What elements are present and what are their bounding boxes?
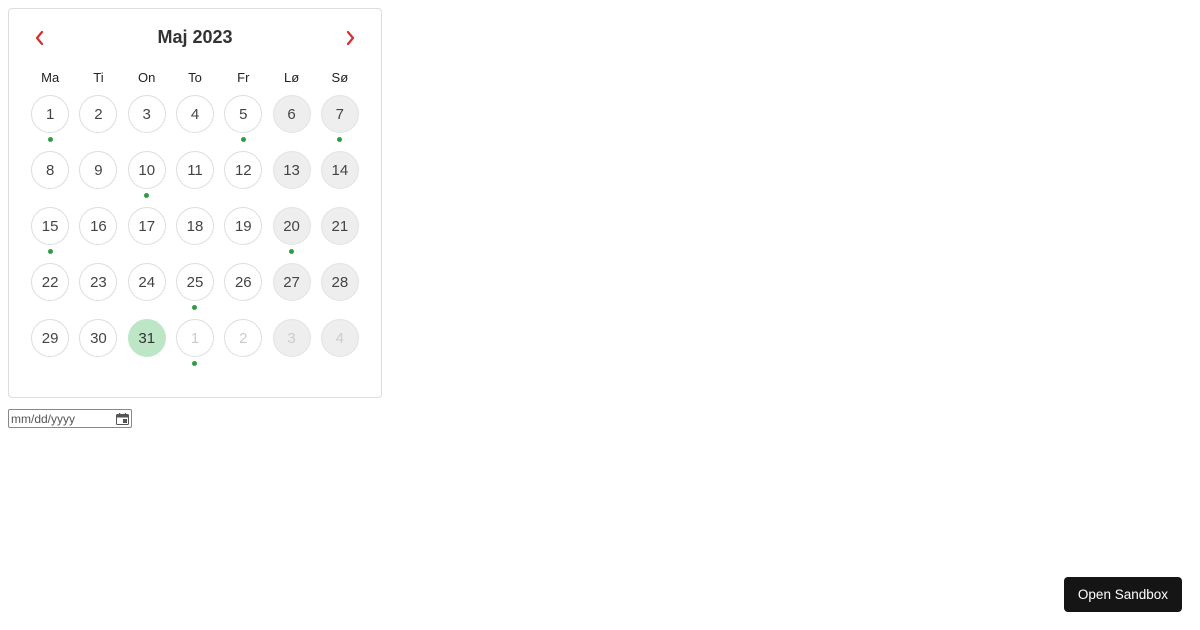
day-cell: 12 (224, 151, 262, 207)
event-dot (289, 249, 294, 254)
day-cell: 10 (128, 151, 166, 207)
next-month-button[interactable] (341, 29, 359, 47)
calendar-title: Maj 2023 (157, 27, 232, 48)
day-cell: 28 (321, 263, 359, 319)
weekday-label: Lø (272, 70, 310, 95)
day-button[interactable]: 1 (31, 95, 69, 133)
weekday-label: Sø (321, 70, 359, 95)
day-button[interactable]: 6 (273, 95, 311, 133)
day-cell: 1 (31, 95, 69, 151)
day-cell: 14 (321, 151, 359, 207)
calendar-header: Maj 2023 (31, 27, 359, 48)
day-button[interactable]: 3 (128, 95, 166, 133)
day-cell: 11 (176, 151, 214, 207)
day-button[interactable]: 10 (128, 151, 166, 189)
event-dot (192, 361, 197, 366)
day-cell: 17 (128, 207, 166, 263)
day-button[interactable]: 5 (224, 95, 262, 133)
day-button[interactable]: 27 (273, 263, 311, 301)
day-cell: 20 (272, 207, 310, 263)
day-cell: 9 (79, 151, 117, 207)
calendar: Maj 2023 MaTiOnToFrLøSø12345678910111213… (8, 8, 382, 398)
event-dot (48, 137, 53, 142)
day-button[interactable]: 16 (79, 207, 117, 245)
day-button[interactable]: 30 (79, 319, 117, 357)
open-sandbox-label: Open Sandbox (1078, 587, 1168, 602)
day-cell: 1 (176, 319, 214, 375)
day-cell: 16 (79, 207, 117, 263)
day-button[interactable]: 31 (128, 319, 166, 357)
prev-month-button[interactable] (31, 29, 49, 47)
chevron-left-icon (35, 31, 45, 45)
day-button[interactable]: 24 (128, 263, 166, 301)
day-button[interactable]: 18 (176, 207, 214, 245)
day-button[interactable]: 4 (321, 319, 359, 357)
weekday-label: Fr (224, 70, 262, 95)
weekday-label: On (128, 70, 166, 95)
event-dot (144, 193, 149, 198)
day-button[interactable]: 2 (224, 319, 262, 357)
day-button[interactable]: 26 (224, 263, 262, 301)
day-cell: 18 (176, 207, 214, 263)
day-cell: 30 (79, 319, 117, 375)
day-button[interactable]: 13 (273, 151, 311, 189)
day-button[interactable]: 28 (321, 263, 359, 301)
day-cell: 3 (272, 319, 310, 375)
day-cell: 26 (224, 263, 262, 319)
day-button[interactable]: 4 (176, 95, 214, 133)
event-dot (48, 249, 53, 254)
day-cell: 19 (224, 207, 262, 263)
weekday-label: To (176, 70, 214, 95)
day-button[interactable]: 20 (273, 207, 311, 245)
calendar-grid: MaTiOnToFrLøSø12345678910111213141516171… (31, 70, 359, 375)
day-button[interactable]: 7 (321, 95, 359, 133)
day-cell: 3 (128, 95, 166, 151)
day-cell: 2 (79, 95, 117, 151)
day-button[interactable]: 23 (79, 263, 117, 301)
weekday-label: Ti (79, 70, 117, 95)
day-cell: 7 (321, 95, 359, 151)
day-cell: 4 (176, 95, 214, 151)
day-cell: 4 (321, 319, 359, 375)
day-cell: 21 (321, 207, 359, 263)
day-button[interactable]: 21 (321, 207, 359, 245)
open-sandbox-button[interactable]: Open Sandbox (1064, 577, 1182, 612)
day-button[interactable]: 14 (321, 151, 359, 189)
day-cell: 15 (31, 207, 69, 263)
day-cell: 5 (224, 95, 262, 151)
day-cell: 31 (128, 319, 166, 375)
day-button[interactable]: 19 (224, 207, 262, 245)
event-dot (241, 137, 246, 142)
day-cell: 29 (31, 319, 69, 375)
day-button[interactable]: 9 (79, 151, 117, 189)
day-cell: 2 (224, 319, 262, 375)
date-input-placeholder: mm/dd/yyyy (11, 412, 75, 426)
day-cell: 22 (31, 263, 69, 319)
day-button[interactable]: 12 (224, 151, 262, 189)
day-cell: 8 (31, 151, 69, 207)
day-cell: 24 (128, 263, 166, 319)
chevron-right-icon (345, 31, 355, 45)
calendar-icon (116, 413, 129, 425)
date-input[interactable]: mm/dd/yyyy (8, 409, 132, 428)
day-button[interactable]: 25 (176, 263, 214, 301)
day-button[interactable]: 17 (128, 207, 166, 245)
day-button[interactable]: 1 (176, 319, 214, 357)
day-button[interactable]: 2 (79, 95, 117, 133)
weekday-label: Ma (31, 70, 69, 95)
day-button[interactable]: 22 (31, 263, 69, 301)
event-dot (192, 305, 197, 310)
day-cell: 13 (272, 151, 310, 207)
day-cell: 27 (272, 263, 310, 319)
day-button[interactable]: 8 (31, 151, 69, 189)
day-button[interactable]: 29 (31, 319, 69, 357)
day-button[interactable]: 15 (31, 207, 69, 245)
event-dot (337, 137, 342, 142)
day-button[interactable]: 3 (273, 319, 311, 357)
day-cell: 6 (272, 95, 310, 151)
day-button[interactable]: 11 (176, 151, 214, 189)
day-cell: 25 (176, 263, 214, 319)
day-cell: 23 (79, 263, 117, 319)
